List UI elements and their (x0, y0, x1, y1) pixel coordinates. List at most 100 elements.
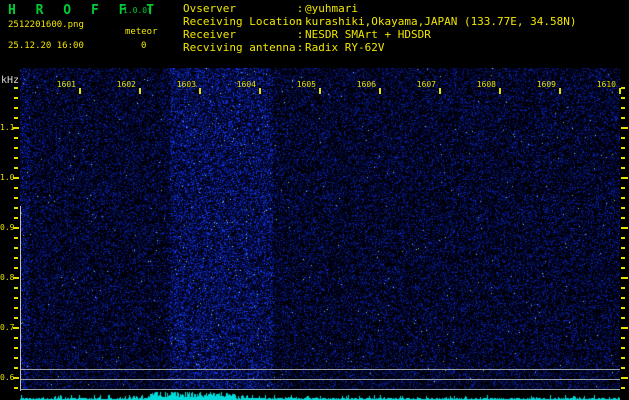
y-axis-label: 1.0 (0, 173, 15, 182)
reference-line (20, 379, 620, 380)
y-axis-tick (13, 177, 19, 179)
frequency-unit-label: kHz (1, 75, 20, 86)
y-axis-label: 0.6 (0, 373, 15, 382)
info-value: kurashiki,Okayama,JAPAN (133.77E, 34.58N… (305, 15, 577, 28)
x-axis-tick (319, 88, 321, 94)
y-axis-tick-right (621, 277, 628, 279)
y-axis-minor-tick-right (621, 237, 625, 239)
y-axis-tick (13, 127, 19, 129)
y-axis-tick-right (621, 377, 628, 379)
info-row-location: Receiving Location: kurashiki,Okayama,JAP… (183, 15, 577, 28)
y-axis-label: 0.9 (0, 223, 15, 232)
y-axis-minor-tick (14, 207, 18, 209)
x-axis-tick (139, 88, 141, 94)
y-axis-tick-right (621, 227, 628, 229)
y-axis-minor-tick (14, 387, 18, 389)
y-axis-minor-tick (14, 247, 18, 249)
x-axis-label: 1603 (176, 80, 196, 89)
y-axis-minor-tick (14, 267, 18, 269)
y-axis-minor-tick-right (621, 367, 625, 369)
mode-label: meteor (125, 27, 158, 37)
y-axis-minor-tick (14, 157, 18, 159)
y-axis-minor-tick-right (621, 87, 625, 89)
x-axis-label: 1610 (596, 80, 616, 89)
y-axis-minor-tick (14, 87, 18, 89)
y-axis-minor-tick (14, 107, 18, 109)
colon: : (296, 41, 304, 54)
y-axis-label: 0.8 (0, 273, 15, 282)
y-axis-minor-tick (14, 187, 18, 189)
y-axis-minor-tick (14, 117, 18, 119)
y-axis-minor-tick (14, 217, 18, 219)
info-value: Radix RY-62V (305, 41, 385, 54)
info-label: Receiver (183, 28, 236, 41)
x-axis-label: 1602 (116, 80, 136, 89)
y-axis-minor-tick (14, 297, 18, 299)
y-axis-minor-tick-right (621, 147, 625, 149)
x-axis-label: 1601 (56, 80, 76, 89)
info-value: @yuhmari (305, 2, 358, 15)
x-axis-tick (79, 88, 81, 94)
info-row-observer: Ovserver: @yuhmari (183, 2, 577, 15)
y-axis-minor-tick (14, 317, 18, 319)
y-axis-minor-tick (14, 337, 18, 339)
y-axis-label: 0.7 (0, 323, 15, 332)
meteor-count-value: 0 (141, 41, 147, 51)
reference-line (20, 389, 620, 390)
colon: : (296, 28, 304, 41)
y-axis-minor-tick (14, 237, 18, 239)
observer-info-block: Ovserver: @yuhmari Receiving Location: kur… (183, 2, 577, 54)
y-axis-tick-right (621, 177, 628, 179)
y-axis-tick-right (621, 327, 628, 329)
y-axis-minor-tick-right (621, 337, 625, 339)
y-axis-minor-tick-right (621, 137, 625, 139)
y-axis-minor-tick-right (621, 347, 625, 349)
y-axis-label: 1.1 (0, 123, 15, 132)
y-axis-tick (13, 377, 19, 379)
y-axis-minor-tick (14, 287, 18, 289)
y-axis-minor-tick-right (621, 357, 625, 359)
y-axis-minor-tick-right (621, 217, 625, 219)
colon: : (296, 2, 304, 15)
x-axis-label: 1604 (236, 80, 256, 89)
x-axis-tick (559, 88, 561, 94)
y-axis-minor-tick-right (621, 207, 625, 209)
x-axis-tick (259, 88, 261, 94)
timestamp: 25.12.20 16:00 (8, 41, 84, 51)
info-value: NESDR SMArt + HDSDR (305, 28, 431, 41)
y-axis-minor-tick-right (621, 267, 625, 269)
y-axis-minor-tick (14, 347, 18, 349)
x-axis-tick (199, 88, 201, 94)
y-axis-minor-tick-right (621, 257, 625, 259)
y-axis-minor-tick-right (621, 287, 625, 289)
info-label: Receiving Location (183, 15, 303, 28)
y-axis-minor-tick-right (621, 157, 625, 159)
y-axis-minor-tick-right (621, 107, 625, 109)
y-axis-tick-right (621, 127, 628, 129)
y-axis-minor-tick (14, 367, 18, 369)
y-axis-minor-tick-right (621, 307, 625, 309)
hrofft-window: H R O F F T 1.0.0f 2512201600.png meteor… (0, 0, 629, 400)
y-axis-minor-tick (14, 257, 18, 259)
y-axis-minor-tick (14, 137, 18, 139)
y-axis-minor-tick-right (621, 317, 625, 319)
y-axis-minor-tick-right (621, 117, 625, 119)
y-axis-minor-tick-right (621, 387, 625, 389)
y-axis-tick (13, 227, 19, 229)
x-axis-tick (499, 88, 501, 94)
y-axis-minor-tick-right (621, 167, 625, 169)
y-axis-minor-tick (14, 167, 18, 169)
x-axis-label: 1605 (296, 80, 316, 89)
signal-level-strip-canvas (20, 390, 620, 400)
x-axis-tick (439, 88, 441, 94)
info-row-receiver: Receiver: NESDR SMArt + HDSDR (183, 28, 577, 41)
y-axis-tick (13, 277, 19, 279)
y-axis-tick (13, 327, 19, 329)
y-axis-minor-tick (14, 357, 18, 359)
spectrogram-canvas (20, 68, 620, 390)
y-axis-minor-tick-right (621, 247, 625, 249)
y-axis-minor-tick (14, 147, 18, 149)
x-axis-label: 1608 (476, 80, 496, 89)
info-label: Recviving antenna (183, 41, 296, 54)
y-axis-minor-tick-right (621, 97, 625, 99)
